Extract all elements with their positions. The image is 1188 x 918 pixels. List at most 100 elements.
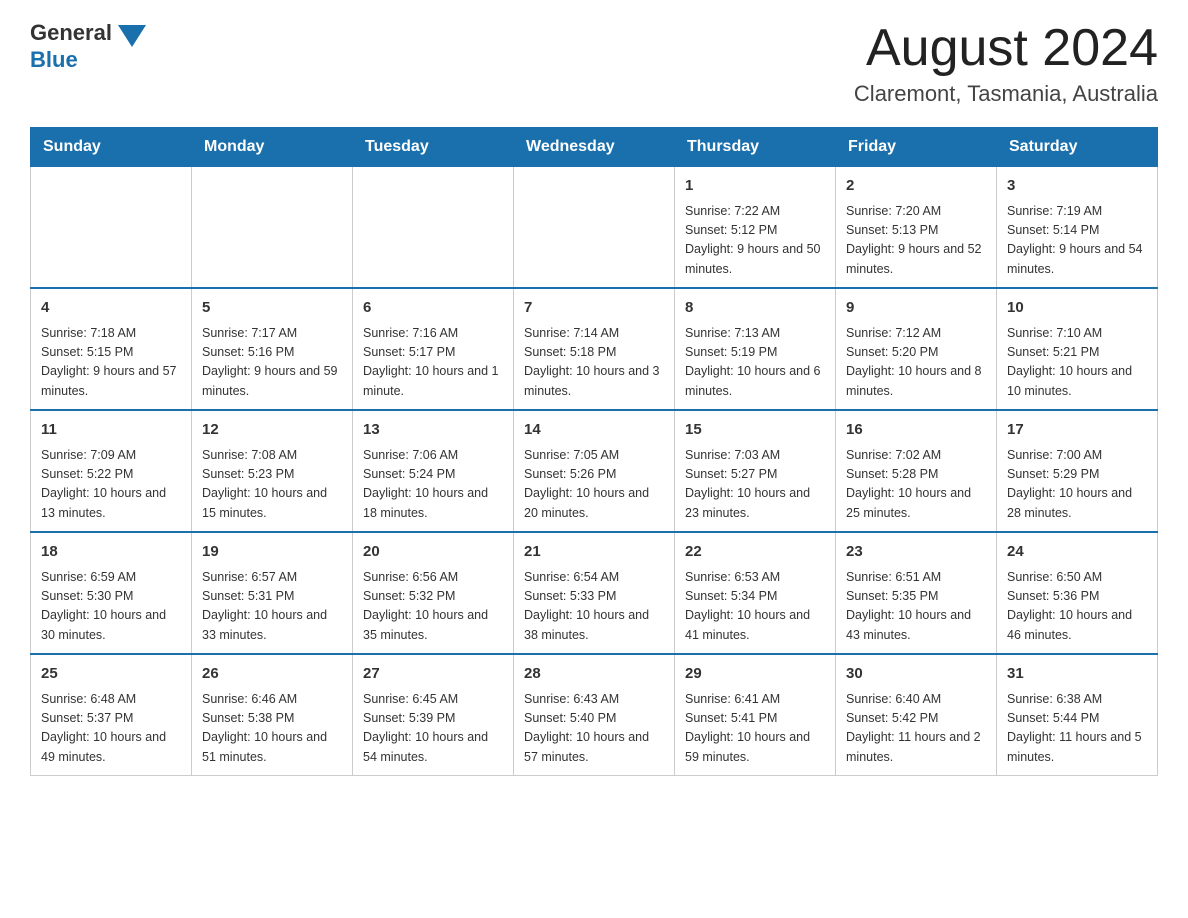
calendar-day-cell: 21Sunrise: 6:54 AM Sunset: 5:33 PM Dayli… (514, 532, 675, 654)
calendar-day-cell (31, 167, 192, 289)
day-of-week-header: Tuesday (353, 128, 514, 167)
day-info: Sunrise: 7:12 AM Sunset: 5:20 PM Dayligh… (846, 324, 986, 402)
day-info: Sunrise: 7:10 AM Sunset: 5:21 PM Dayligh… (1007, 324, 1147, 402)
location-subtitle: Claremont, Tasmania, Australia (854, 81, 1158, 107)
day-info: Sunrise: 6:50 AM Sunset: 5:36 PM Dayligh… (1007, 568, 1147, 646)
day-info: Sunrise: 7:09 AM Sunset: 5:22 PM Dayligh… (41, 446, 181, 524)
day-number: 18 (41, 541, 181, 564)
day-info: Sunrise: 6:59 AM Sunset: 5:30 PM Dayligh… (41, 568, 181, 646)
calendar-day-cell: 2 Sunrise: 7:20 AM Sunset: 5:13 PM Daylig… (836, 167, 997, 289)
day-info: Sunrise: 6:46 AM Sunset: 5:38 PM Dayligh… (202, 690, 342, 768)
calendar-day-cell: 20Sunrise: 6:56 AM Sunset: 5:32 PM Dayli… (353, 532, 514, 654)
day-number: 6 (363, 297, 503, 320)
day-info: Sunrise: 7:22 AM Sunset: 5:12 PM Dayligh… (685, 202, 825, 280)
calendar-week-row: 4Sunrise: 7:18 AM Sunset: 5:15 PM Daylig… (31, 288, 1158, 410)
day-number: 15 (685, 419, 825, 442)
calendar-day-cell (353, 167, 514, 289)
calendar-day-cell: 26 Sunrise: 6:46 AM Sunset: 5:38 PM Dayli… (192, 654, 353, 776)
day-number: 1 (685, 175, 825, 198)
day-of-week-header: Friday (836, 128, 997, 167)
day-of-week-header: Wednesday (514, 128, 675, 167)
day-number: 31 (1007, 663, 1147, 686)
logo: General Blue (30, 20, 146, 72)
day-of-week-header: Sunday (31, 128, 192, 167)
calendar-day-cell: 30 Sunrise: 6:40 AM Sunset: 5:42 PM Dayli… (836, 654, 997, 776)
calendar-day-cell: 31 Sunrise: 6:38 AM Sunset: 5:44 PM Dayli… (997, 654, 1158, 776)
calendar-week-row: 25Sunrise: 6:48 AM Sunset: 5:37 PM Dayli… (31, 654, 1158, 776)
calendar-week-row: 1 Sunrise: 7:22 AM Sunset: 5:12 PM Daylig… (31, 167, 1158, 289)
day-number: 12 (202, 419, 342, 442)
day-info: Sunrise: 7:02 AM Sunset: 5:28 PM Dayligh… (846, 446, 986, 524)
day-number: 28 (524, 663, 664, 686)
calendar-day-cell: 10 Sunrise: 7:10 AM Sunset: 5:21 PM Dayli… (997, 288, 1158, 410)
day-number: 4 (41, 297, 181, 320)
day-info: Sunrise: 6:48 AM Sunset: 5:37 PM Dayligh… (41, 690, 181, 768)
day-number: 26 (202, 663, 342, 686)
day-number: 16 (846, 419, 986, 442)
logo-blue: Blue (30, 47, 78, 72)
day-of-week-header: Monday (192, 128, 353, 167)
day-info: Sunrise: 6:57 AM Sunset: 5:31 PM Dayligh… (202, 568, 342, 646)
day-info: Sunrise: 6:53 AM Sunset: 5:34 PM Dayligh… (685, 568, 825, 646)
day-info: Sunrise: 6:51 AM Sunset: 5:35 PM Dayligh… (846, 568, 986, 646)
calendar-day-cell: 29 Sunrise: 6:41 AM Sunset: 5:41 PM Dayli… (675, 654, 836, 776)
day-info: Sunrise: 7:20 AM Sunset: 5:13 PM Dayligh… (846, 202, 986, 280)
calendar-day-cell: 18 Sunrise: 6:59 AM Sunset: 5:30 PM Dayli… (31, 532, 192, 654)
day-number: 7 (524, 297, 664, 320)
day-info: Sunrise: 7:06 AM Sunset: 5:24 PM Dayligh… (363, 446, 503, 524)
day-info: Sunrise: 6:54 AM Sunset: 5:33 PM Dayligh… (524, 568, 664, 646)
calendar-day-cell: 27 Sunrise: 6:45 AM Sunset: 5:39 PM Dayli… (353, 654, 514, 776)
day-info: Sunrise: 7:05 AM Sunset: 5:26 PM Dayligh… (524, 446, 664, 524)
calendar-day-cell: 1 Sunrise: 7:22 AM Sunset: 5:12 PM Daylig… (675, 167, 836, 289)
calendar-day-cell: 3Sunrise: 7:19 AM Sunset: 5:14 PM Daylig… (997, 167, 1158, 289)
calendar-day-cell: 25Sunrise: 6:48 AM Sunset: 5:37 PM Dayli… (31, 654, 192, 776)
day-number: 24 (1007, 541, 1147, 564)
calendar-day-cell: 8Sunrise: 7:13 AM Sunset: 5:19 PM Daylig… (675, 288, 836, 410)
logo-general: General (30, 20, 112, 45)
day-info: Sunrise: 6:38 AM Sunset: 5:44 PM Dayligh… (1007, 690, 1147, 768)
day-number: 2 (846, 175, 986, 198)
day-info: Sunrise: 6:41 AM Sunset: 5:41 PM Dayligh… (685, 690, 825, 768)
logo-triangle-icon (118, 25, 146, 47)
calendar-day-cell: 15Sunrise: 7:03 AM Sunset: 5:27 PM Dayli… (675, 410, 836, 532)
calendar-day-cell: 19Sunrise: 6:57 AM Sunset: 5:31 PM Dayli… (192, 532, 353, 654)
calendar-header-row: SundayMondayTuesdayWednesdayThursdayFrid… (31, 128, 1158, 167)
day-info: Sunrise: 6:56 AM Sunset: 5:32 PM Dayligh… (363, 568, 503, 646)
calendar-day-cell: 5Sunrise: 7:17 AM Sunset: 5:16 PM Daylig… (192, 288, 353, 410)
calendar-day-cell: 9Sunrise: 7:12 AM Sunset: 5:20 PM Daylig… (836, 288, 997, 410)
calendar-day-cell: 7 Sunrise: 7:14 AM Sunset: 5:18 PM Daylig… (514, 288, 675, 410)
day-number: 27 (363, 663, 503, 686)
day-info: Sunrise: 7:16 AM Sunset: 5:17 PM Dayligh… (363, 324, 503, 402)
day-info: Sunrise: 6:45 AM Sunset: 5:39 PM Dayligh… (363, 690, 503, 768)
day-number: 17 (1007, 419, 1147, 442)
calendar-day-cell: 13Sunrise: 7:06 AM Sunset: 5:24 PM Dayli… (353, 410, 514, 532)
calendar-day-cell: 6 Sunrise: 7:16 AM Sunset: 5:17 PM Daylig… (353, 288, 514, 410)
day-number: 14 (524, 419, 664, 442)
day-info: Sunrise: 7:08 AM Sunset: 5:23 PM Dayligh… (202, 446, 342, 524)
title-block: August 2024 Claremont, Tasmania, Austral… (854, 20, 1158, 107)
day-of-week-header: Saturday (997, 128, 1158, 167)
calendar-day-cell (192, 167, 353, 289)
calendar-day-cell: 23 Sunrise: 6:51 AM Sunset: 5:35 PM Dayli… (836, 532, 997, 654)
calendar-day-cell: 14 Sunrise: 7:05 AM Sunset: 5:26 PM Dayli… (514, 410, 675, 532)
calendar-day-cell: 17Sunrise: 7:00 AM Sunset: 5:29 PM Dayli… (997, 410, 1158, 532)
day-number: 29 (685, 663, 825, 686)
calendar-day-cell: 28Sunrise: 6:43 AM Sunset: 5:40 PM Dayli… (514, 654, 675, 776)
day-info: Sunrise: 7:14 AM Sunset: 5:18 PM Dayligh… (524, 324, 664, 402)
day-number: 11 (41, 419, 181, 442)
day-number: 22 (685, 541, 825, 564)
day-info: Sunrise: 7:19 AM Sunset: 5:14 PM Dayligh… (1007, 202, 1147, 280)
day-number: 10 (1007, 297, 1147, 320)
day-number: 23 (846, 541, 986, 564)
calendar-table: SundayMondayTuesdayWednesdayThursdayFrid… (30, 127, 1158, 776)
day-number: 8 (685, 297, 825, 320)
day-info: Sunrise: 6:40 AM Sunset: 5:42 PM Dayligh… (846, 690, 986, 768)
calendar-day-cell: 12 Sunrise: 7:08 AM Sunset: 5:23 PM Dayli… (192, 410, 353, 532)
day-info: Sunrise: 7:17 AM Sunset: 5:16 PM Dayligh… (202, 324, 342, 402)
logo-text: General Blue (30, 20, 146, 72)
calendar-day-cell: 22 Sunrise: 6:53 AM Sunset: 5:34 PM Dayli… (675, 532, 836, 654)
calendar-day-cell (514, 167, 675, 289)
calendar-week-row: 11 Sunrise: 7:09 AM Sunset: 5:22 PM Dayli… (31, 410, 1158, 532)
day-number: 30 (846, 663, 986, 686)
calendar-day-cell: 24 Sunrise: 6:50 AM Sunset: 5:36 PM Dayli… (997, 532, 1158, 654)
